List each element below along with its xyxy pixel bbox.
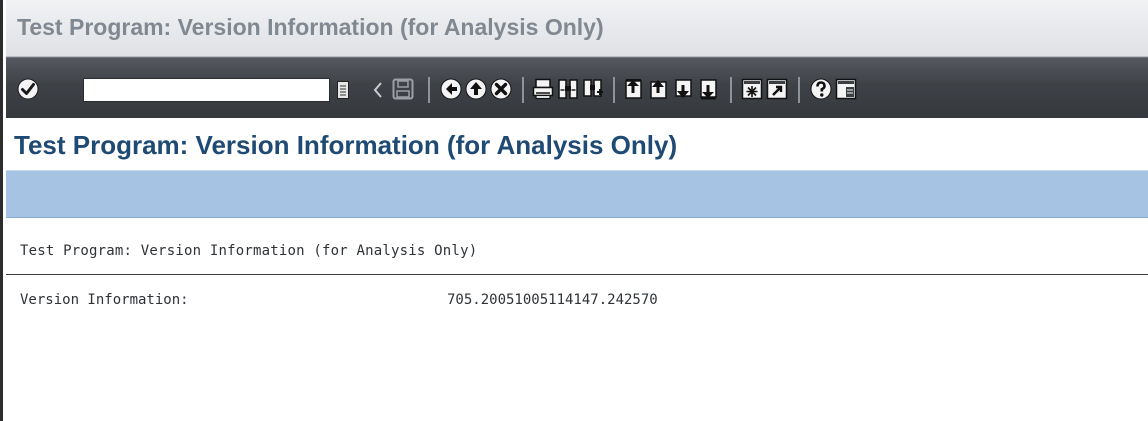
find-next-icon[interactable]: [582, 78, 604, 100]
version-info-label: Version Information:: [20, 292, 189, 308]
window-title: Test Program: Version Information (for A…: [17, 14, 604, 40]
collapse-arrow-icon[interactable]: [373, 82, 383, 98]
page-title: Test Program: Version Information (for A…: [14, 130, 678, 160]
cancel-icon[interactable]: [490, 78, 512, 100]
back-icon[interactable]: [440, 78, 462, 100]
first-page-icon[interactable]: [623, 78, 645, 100]
shortcut-icon[interactable]: [766, 78, 788, 100]
list-divider: [6, 274, 1148, 275]
toolbar-separator: [730, 77, 732, 103]
find-icon[interactable]: [557, 78, 579, 100]
save-icon[interactable]: [392, 78, 414, 100]
last-page-icon[interactable]: [698, 78, 720, 100]
command-field[interactable]: [83, 78, 330, 102]
print-icon[interactable]: [532, 78, 554, 100]
list-heading: Test Program: Version Information (for A…: [20, 243, 478, 259]
version-info-value: 705.20051005114147.242570: [447, 292, 658, 308]
enter-check-icon[interactable]: [17, 78, 39, 100]
list-output: Test Program: Version Information (for A…: [6, 218, 1148, 421]
create-session-icon[interactable]: [741, 78, 763, 100]
command-field-dropdown-icon[interactable]: [337, 81, 349, 99]
next-page-icon[interactable]: [673, 78, 695, 100]
application-toolbar: [6, 170, 1148, 218]
exit-icon[interactable]: [465, 78, 487, 100]
layout-menu-icon[interactable]: [835, 78, 857, 100]
window-title-bar: Test Program: Version Information (for A…: [6, 0, 1148, 57]
toolbar-separator: [798, 77, 800, 103]
system-toolbar: [6, 57, 1148, 118]
toolbar-separator: [613, 77, 615, 103]
toolbar-separator: [522, 77, 524, 103]
toolbar-separator: [428, 77, 430, 103]
sap-window: Test Program: Version Information (for A…: [0, 0, 1148, 421]
previous-page-icon[interactable]: [648, 78, 670, 100]
help-icon[interactable]: [810, 78, 832, 100]
